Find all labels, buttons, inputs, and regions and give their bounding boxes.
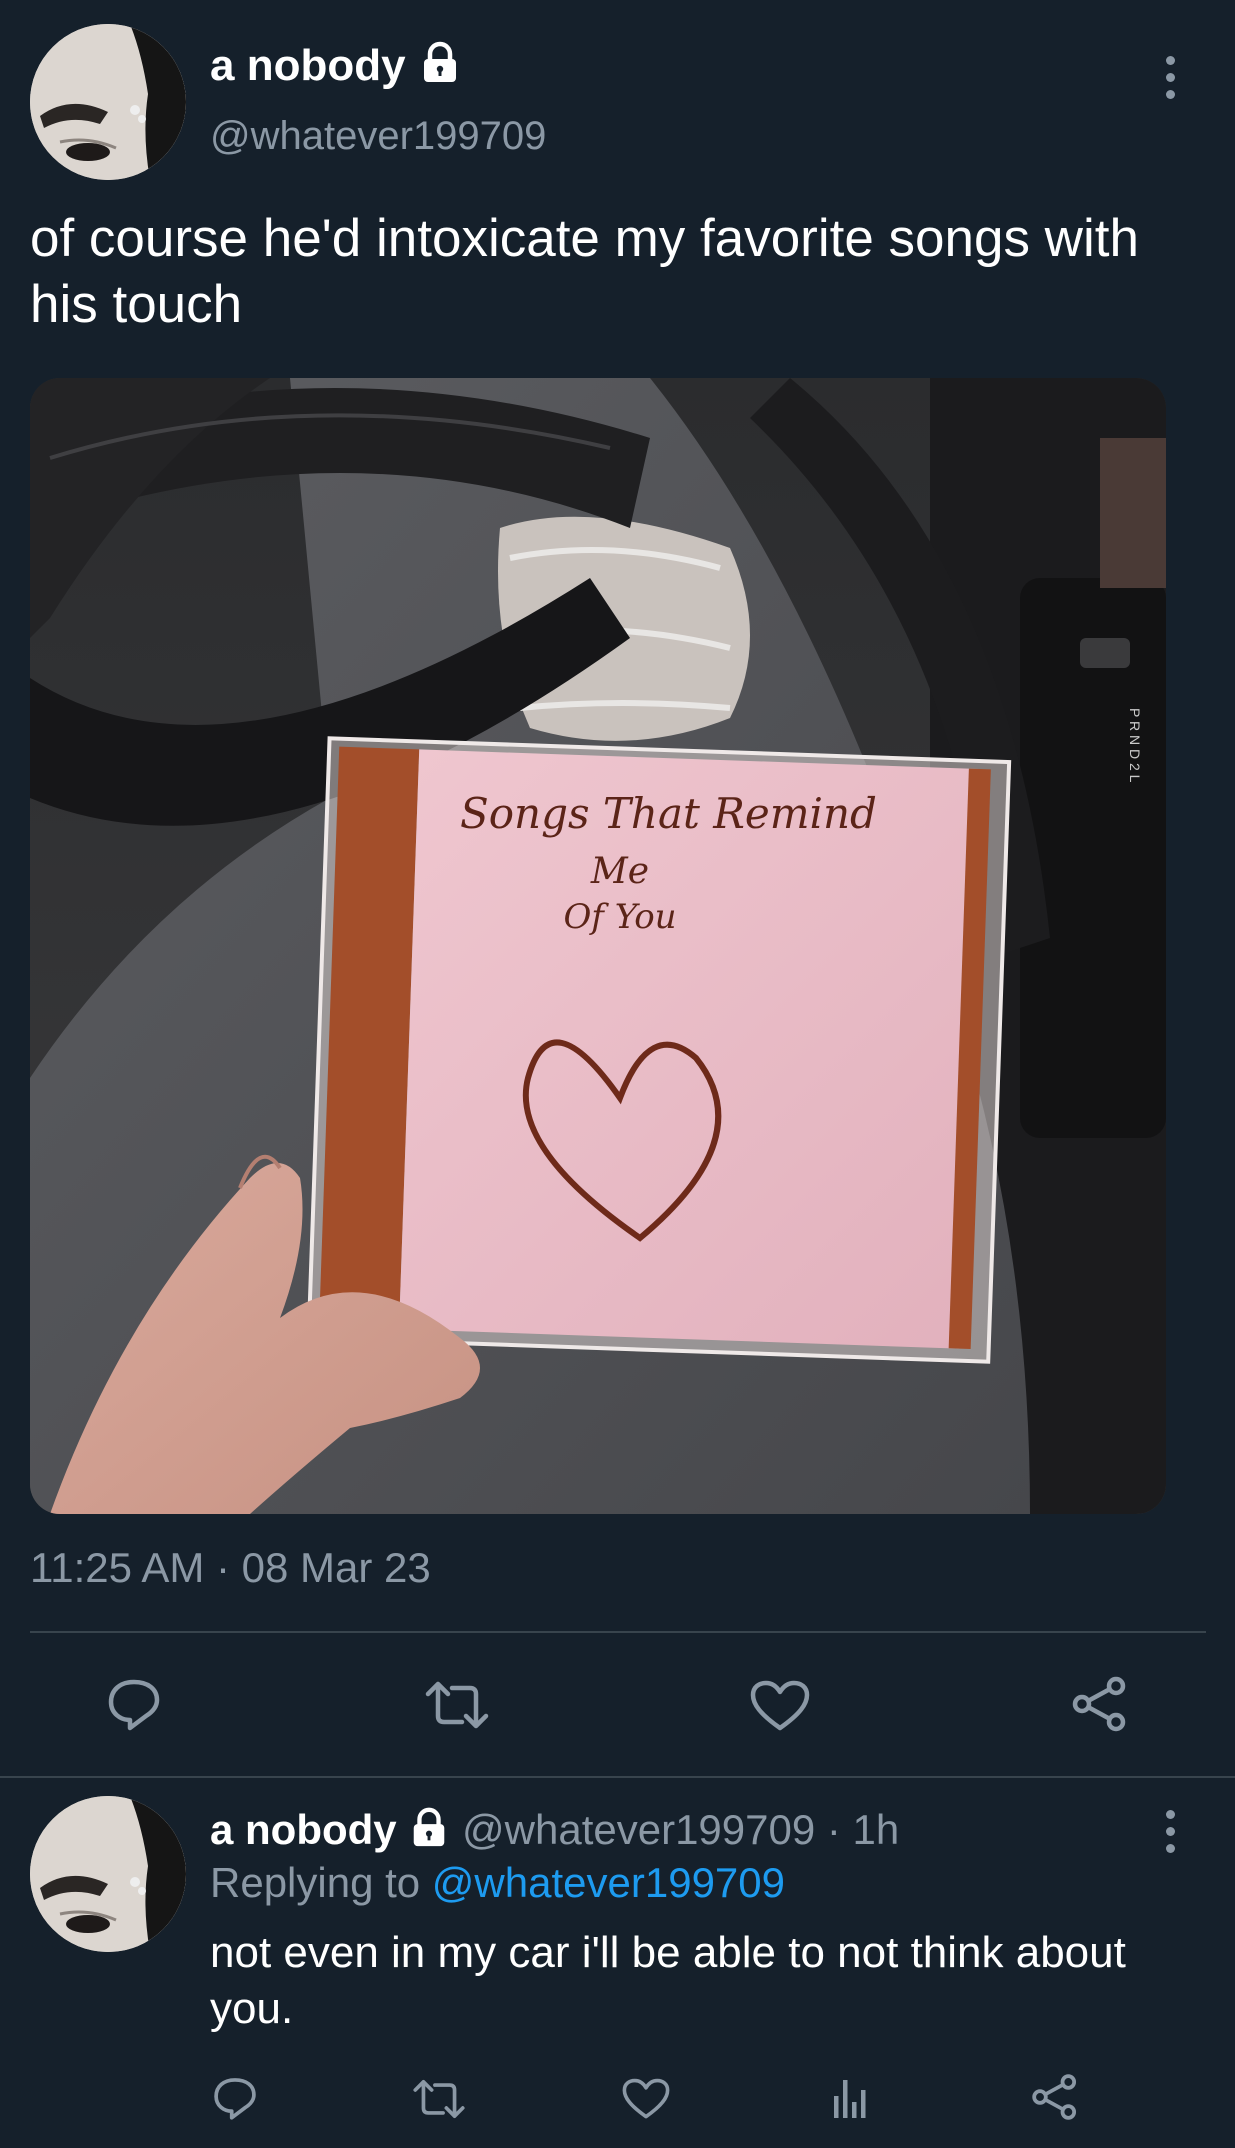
retweet-icon xyxy=(413,2079,465,2119)
tweet-text: of course he'd intoxicate my favorite so… xyxy=(30,209,1139,334)
reply-icon xyxy=(214,2078,256,2120)
cd-title-line2: Me xyxy=(590,851,649,892)
share-button[interactable] xyxy=(1070,1674,1130,1734)
divider xyxy=(0,1776,1235,1778)
avatar-image xyxy=(30,24,186,180)
reply-avatar[interactable] xyxy=(30,1796,186,1952)
more-icon[interactable] xyxy=(1164,56,1176,99)
cd-title-line1: Songs That Remind xyxy=(460,789,877,838)
more-icon[interactable] xyxy=(1164,1810,1176,1853)
display-name-text: a nobody xyxy=(210,41,406,90)
share-button[interactable] xyxy=(1030,2072,1080,2122)
handle[interactable]: @whatever199709 xyxy=(210,112,546,160)
like-icon xyxy=(622,2078,670,2119)
cd-title-line3: Of You xyxy=(563,897,676,937)
tweet-image[interactable]: Songs That Remind Me Of You P R N D 2 L xyxy=(30,378,1166,1514)
share-icon xyxy=(1032,2074,1077,2120)
reply-text: not even in my car i'll be able to not t… xyxy=(210,1928,1126,2033)
reply-button[interactable] xyxy=(106,1676,162,1732)
reply-handle-time[interactable]: @whatever199709 · 1h xyxy=(462,1806,899,1853)
replying-to-label: Replying to xyxy=(210,1859,421,1906)
lock-icon xyxy=(418,40,462,96)
retweet-button[interactable] xyxy=(412,2078,466,2120)
reply-header: a nobody @whatever199709 · 1h xyxy=(210,1804,899,1860)
replying-to: Replying to @whatever199709 xyxy=(210,1857,785,1909)
analytics-icon xyxy=(834,2080,866,2118)
shifter-letters: P R N D 2 L xyxy=(1127,708,1143,783)
avatar-image xyxy=(30,1796,186,1952)
analytics-button[interactable] xyxy=(830,2074,870,2122)
divider xyxy=(30,1631,1206,1633)
like-button[interactable] xyxy=(750,1680,810,1732)
like-button[interactable] xyxy=(622,2078,670,2120)
retweet-icon xyxy=(425,1681,489,1729)
retweet-button[interactable] xyxy=(424,1680,490,1730)
reply-display-name[interactable]: a nobody xyxy=(210,1806,397,1853)
share-icon xyxy=(1072,1676,1126,1732)
like-icon xyxy=(750,1680,810,1731)
display-name[interactable]: a nobody xyxy=(210,40,462,96)
reply-icon xyxy=(108,1679,160,1731)
lock-icon xyxy=(408,1806,450,1860)
timestamp: 11:25 AM · 08 Mar 23 xyxy=(30,1544,431,1591)
photo-cd-in-car: Songs That Remind Me Of You P R N D 2 L xyxy=(30,378,1166,1514)
reply-button[interactable] xyxy=(212,2075,258,2121)
replying-to-handle[interactable]: @whatever199709 xyxy=(432,1859,785,1906)
avatar[interactable] xyxy=(30,24,186,180)
